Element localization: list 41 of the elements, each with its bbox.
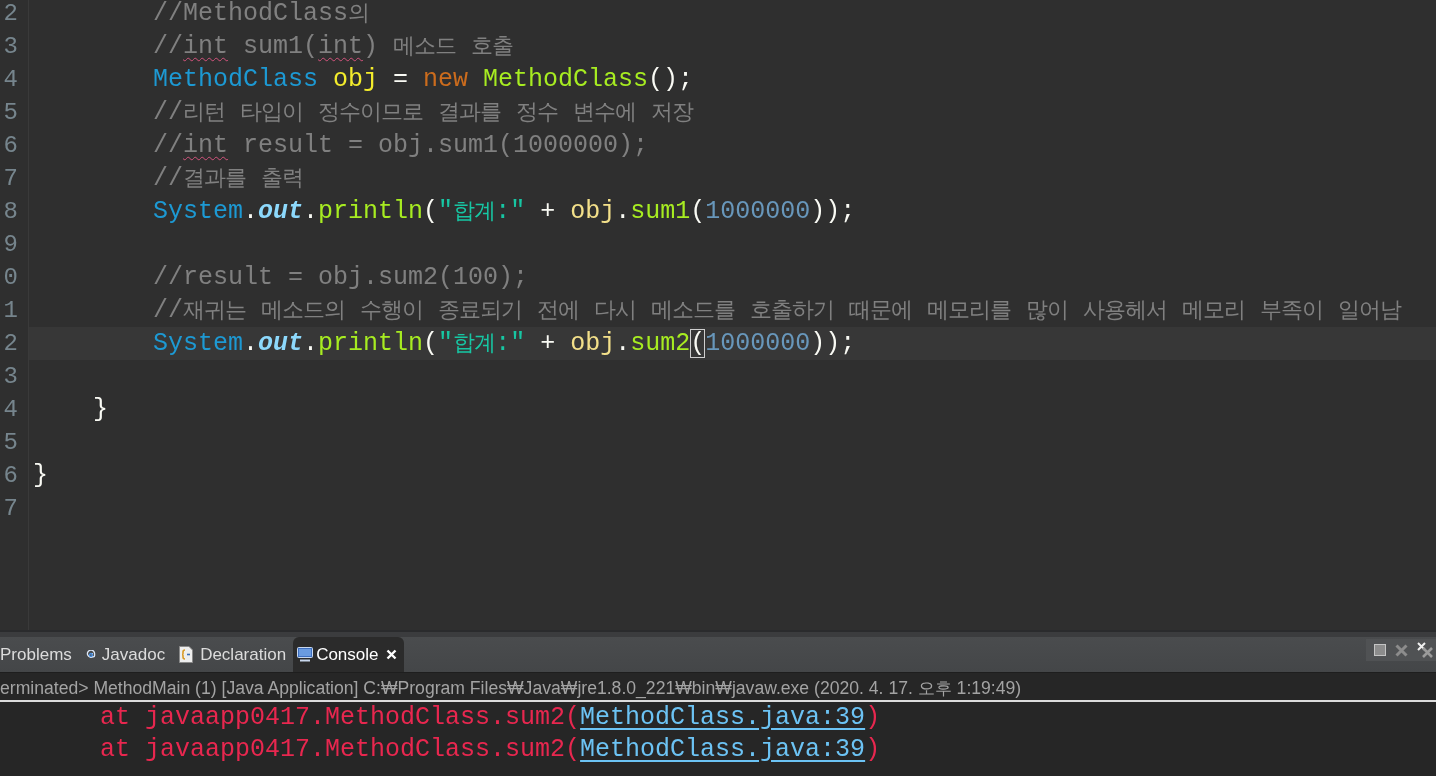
line-number: 6	[2, 131, 19, 161]
line-number: 5	[2, 428, 19, 458]
code-line: }	[33, 460, 48, 492]
code-line: //int sum1(int) 메소드 호출	[153, 31, 514, 63]
line-number: 1	[2, 296, 19, 326]
code-line: //리턴 타입이 정수이므로 결과를 정수 변수에 저장	[153, 97, 694, 129]
line-number: 6	[2, 461, 19, 491]
code-line: //result = obj.sum2(100);	[153, 262, 529, 294]
line-number: 5	[2, 98, 19, 128]
line-number: 7	[2, 164, 19, 194]
line-number: 3	[2, 32, 19, 62]
code-line: }	[93, 394, 108, 426]
code-line: //int result = obj.sum1(1000000);	[153, 130, 649, 162]
panel-tab[interactable]: Console	[293, 637, 404, 672]
line-number: 2	[2, 0, 19, 29]
code-line: //결과를 출력	[153, 163, 304, 195]
source-link[interactable]: MethodClass.java:39	[580, 703, 866, 732]
line-number: 4	[2, 65, 19, 95]
line-number: 2	[2, 329, 19, 359]
line-number: 4	[2, 395, 19, 425]
launch-info: erminated> MethodMain (1) [Java Application] C:₩Program Files₩Java₩jre1.8.0_221₩bin₩javaw.exe (2020. 4. 17. 오후 1:19:49)	[0, 678, 1022, 698]
panel-tab[interactable]: Declaration	[172, 637, 294, 672]
line-number: 7	[2, 494, 19, 524]
document-icon	[179, 646, 195, 663]
at-sign-icon	[85, 649, 96, 660]
double-x-icon[interactable]	[1417, 642, 1433, 658]
panel-tab[interactable]: Problems	[0, 637, 79, 672]
line-number: 3	[2, 362, 19, 392]
code-line: System.out.println("합계:" + obj.sum2(1000000));	[153, 328, 856, 360]
code-line: MethodClass obj = new MethodClass();	[153, 64, 694, 96]
console-line: at javaapp0417.MethodClass.sum2(MethodClass.java:39)	[100, 703, 881, 732]
line-number: 0	[2, 263, 19, 293]
code-line: //MethodClass의	[153, 0, 370, 30]
console-line: at javaapp0417.MethodClass.sum2(MethodClass.java:39)	[100, 735, 881, 764]
line-number: 9	[2, 230, 19, 260]
source-link[interactable]: MethodClass.java:39	[580, 735, 866, 764]
code-line: //재귀는 메소드의 수행이 종료되기 전에 다시 메소드를 호출하기 때문에 메모리를 많이 사용헤서 메모리 부족이 일어남	[153, 295, 1402, 327]
panel-tab[interactable]: Javadoc	[78, 637, 173, 672]
code-line: System.out.println("합계:" + obj.sum1(1000000));	[153, 196, 856, 228]
line-number: 8	[2, 197, 19, 227]
monitor-icon	[297, 647, 314, 662]
